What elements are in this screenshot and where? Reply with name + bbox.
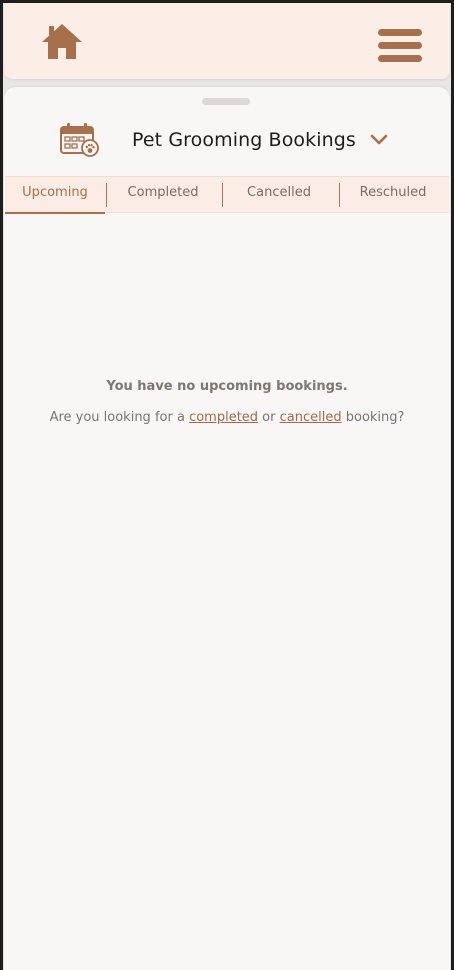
tab-completed[interactable]: Completed [105,177,221,212]
calendar-paw-icon [60,123,99,157]
booking-type-selector[interactable]: Pet Grooming Bookings [132,127,388,153]
empty-state-middle: or [258,410,280,425]
booking-tabs: Upcoming Completed Cancelled Reschuled [5,176,449,214]
home-button[interactable] [40,21,84,63]
app-frame: Pet Grooming Bookings Upcoming Completed… [3,3,451,970]
cancelled-bookings-link[interactable]: cancelled [280,410,342,425]
completed-bookings-link[interactable]: completed [189,410,258,425]
tab-divider [339,183,340,207]
tab-cancelled[interactable]: Cancelled [221,177,337,212]
tab-divider [106,183,107,207]
home-icon [42,24,82,59]
sheet-header: Pet Grooming Bookings [4,117,450,167]
empty-state-title: You have no upcoming bookings. [106,379,348,394]
sheet-grabber-handle[interactable] [202,98,250,105]
tab-label: Reschuled [359,185,427,200]
tab-label: Upcoming [22,185,88,200]
bookings-sheet: Pet Grooming Bookings Upcoming Completed… [4,87,450,970]
tab-divider [222,183,223,207]
empty-state-prefix: Are you looking for a [49,410,190,425]
top-bar [4,3,450,79]
tab-label: Completed [127,185,199,200]
tab-label: Cancelled [247,185,311,200]
menu-button[interactable] [378,27,422,65]
tab-upcoming[interactable]: Upcoming [5,177,105,214]
empty-state-message: Are you looking for a completed or cance… [4,410,450,425]
empty-state-suffix: booking? [341,410,405,425]
tab-rescheduled[interactable]: Reschuled [337,177,449,212]
chevron-down-icon [370,134,388,145]
page-title: Pet Grooming Bookings [132,129,356,151]
